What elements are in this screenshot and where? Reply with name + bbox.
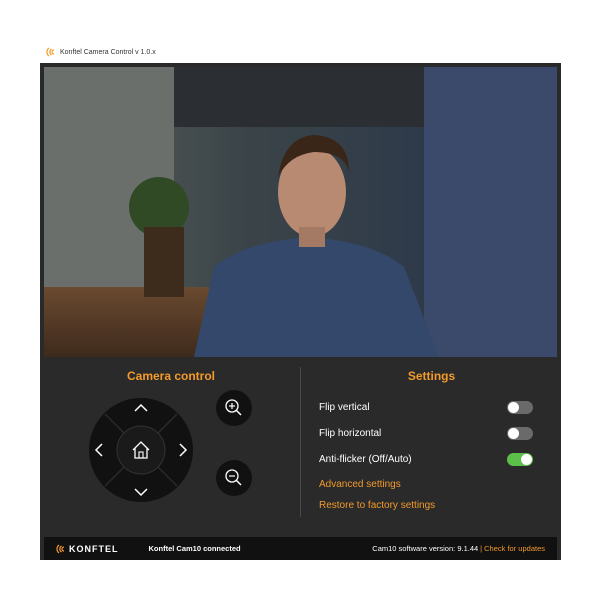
restore-factory-link[interactable]: Restore to factory settings [319, 500, 435, 511]
flip-vertical-toggle[interactable] [507, 400, 533, 414]
footer-separator: | [480, 544, 483, 553]
zoom-out-button[interactable] [216, 460, 252, 496]
direction-pad [89, 398, 193, 502]
status-footer: KONFTEL Konftel Cam10 connected Cam10 so… [44, 537, 557, 560]
software-version: Cam10 software version: 9.1.44 [372, 544, 479, 553]
settings-title: Settings [407, 369, 456, 383]
advanced-settings-link[interactable]: Advanced settings [319, 479, 401, 490]
settings-panel: Settings Flip vertical Flip horizontal A… [302, 357, 561, 535]
toggle-knob [521, 453, 532, 465]
konftel-logo-icon [46, 47, 55, 57]
camera-control-panel: Camera control [40, 357, 302, 535]
flip-vertical-row: Flip vertical [319, 397, 533, 417]
check-updates-link[interactable]: Check for updates [484, 544, 545, 553]
window-title: Konftel Camera Control v 1.0.x [60, 48, 156, 56]
panel-divider [300, 367, 301, 517]
zoom-in-button[interactable] [216, 390, 252, 426]
flip-horizontal-row: Flip horizontal [319, 423, 533, 443]
version-info: Cam10 software version: 9.1.44 | Check f… [372, 544, 545, 553]
connection-status: Konftel Cam10 connected [148, 544, 241, 553]
flip-vertical-label: Flip vertical [319, 401, 370, 413]
flip-horizontal-label: Flip horizontal [319, 427, 382, 439]
anti-flicker-row: Anti-flicker (Off/Auto) [319, 449, 533, 469]
camera-control-title: Camera control [126, 369, 216, 383]
zoom-in-icon [225, 399, 242, 416]
konftel-logo-icon [56, 544, 65, 553]
window-titlebar: Konftel Camera Control v 1.0.x [44, 44, 156, 60]
anti-flicker-toggle[interactable] [507, 452, 533, 466]
flip-horizontal-toggle[interactable] [507, 426, 533, 440]
brand-name: KONFTEL [69, 543, 119, 554]
app-window: Camera control Settings Flip vertical Fl… [40, 63, 561, 560]
anti-flicker-label: Anti-flicker (Off/Auto) [319, 453, 412, 465]
konftel-brand: KONFTEL [54, 543, 119, 555]
zoom-out-icon [225, 469, 242, 486]
toggle-knob [508, 427, 519, 439]
camera-video-feed [44, 67, 557, 357]
toggle-knob [508, 401, 519, 413]
video-frame [44, 67, 557, 357]
